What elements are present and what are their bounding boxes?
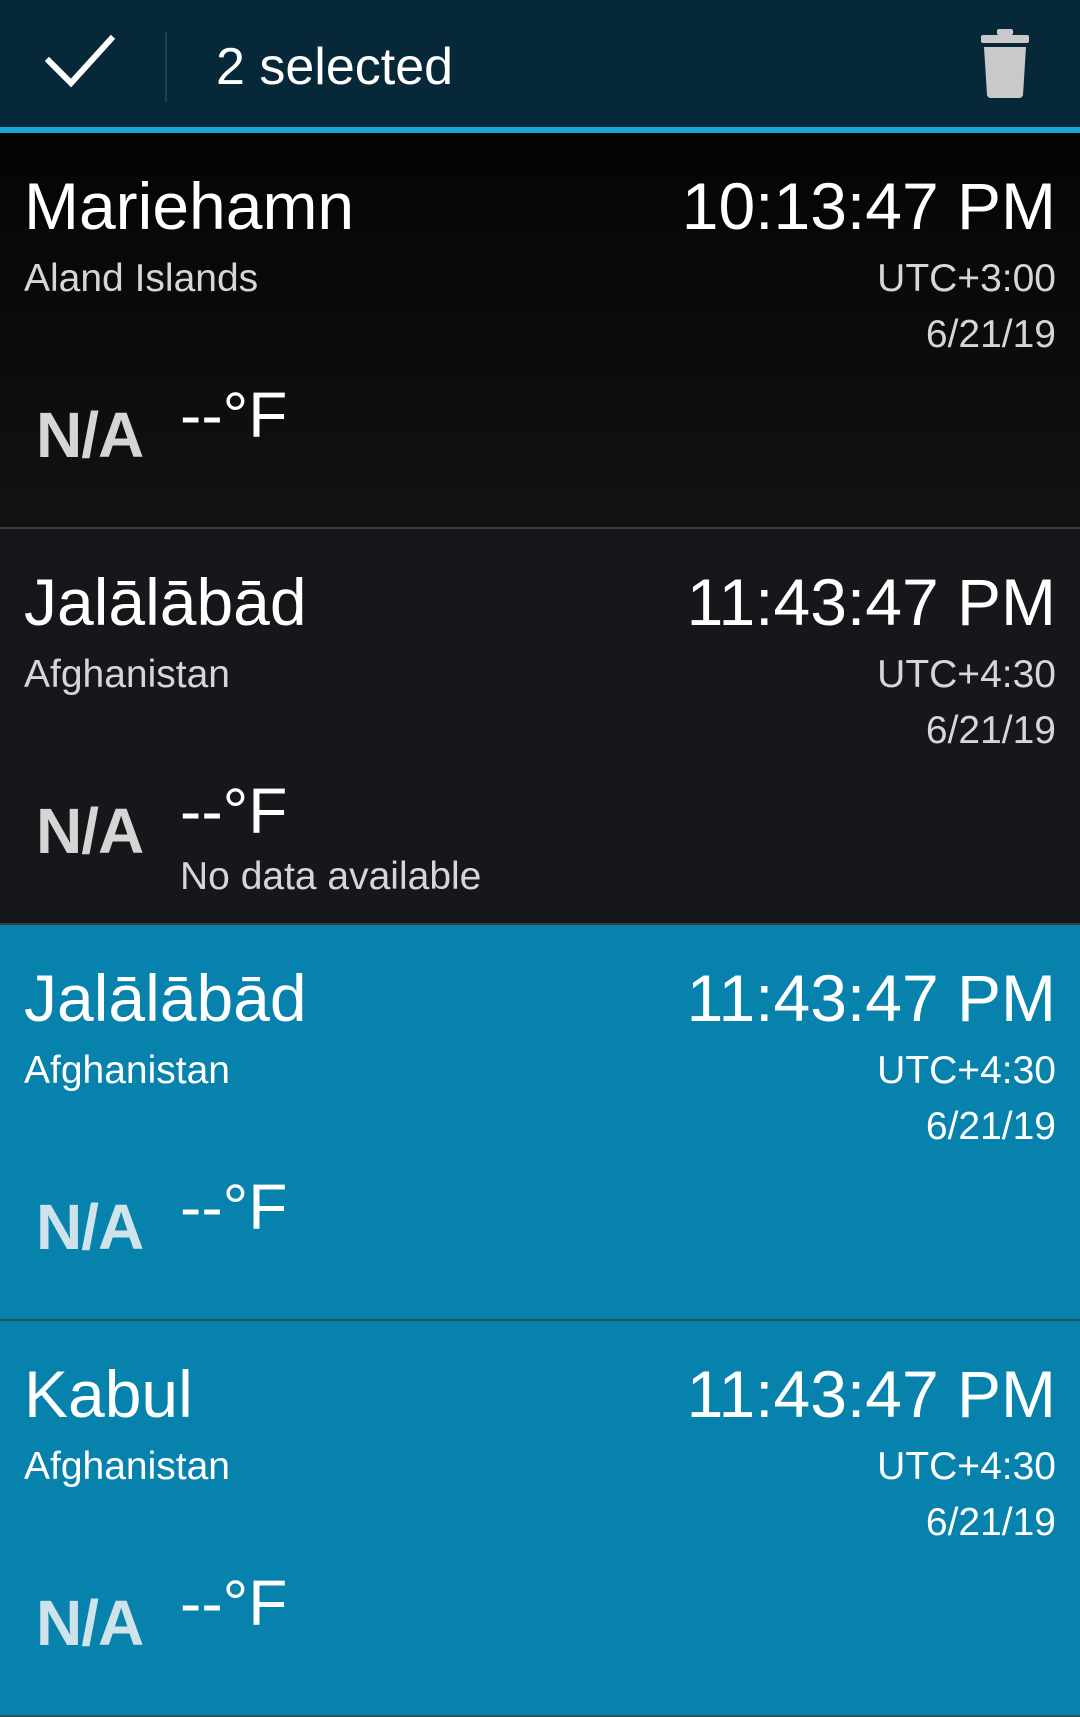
weather-icon: N/A [36, 795, 144, 867]
city-name: Mariehamn [24, 169, 355, 243]
country-name: Afghanistan [24, 1445, 230, 1488]
trash-icon [977, 27, 1033, 104]
done-button[interactable] [0, 0, 160, 127]
local-time: 10:13:47 PM [681, 169, 1056, 243]
temperature: --°F [180, 379, 288, 451]
temperature: --°F [180, 775, 288, 847]
weather-icon: N/A [36, 1587, 144, 1659]
delete-button[interactable] [960, 20, 1050, 110]
local-date: 6/21/19 [925, 1501, 1056, 1544]
utc-offset: UTC+3:00 [877, 257, 1056, 300]
weather-icon: N/A [36, 1191, 144, 1263]
contextual-action-bar: 2 selected [0, 0, 1080, 133]
utc-offset: UTC+4:30 [877, 1445, 1056, 1488]
local-date: 6/21/19 [925, 709, 1056, 752]
utc-offset: UTC+4:30 [877, 1049, 1056, 1092]
country-name: Afghanistan [24, 653, 230, 696]
clock-list-item[interactable]: Jalālābād Afghanistan 11:43:47 PM UTC+4:30 6… [0, 529, 1080, 925]
selected-count-label: 2 selected [216, 38, 454, 96]
local-date: 6/21/19 [925, 313, 1056, 356]
clock-list-item[interactable]: Mariehamn Aland Islands 10:13:47 PM UTC+3:0… [0, 133, 1080, 529]
clock-list-item[interactable]: Jalālābād Afghanistan 11:43:47 PM UTC+4:30 6… [0, 925, 1080, 1321]
clock-list: Mariehamn Aland Islands 10:13:47 PM UTC+3:0… [0, 133, 1080, 1717]
temperature: --°F [180, 1567, 288, 1639]
weather-icon: N/A [36, 399, 144, 471]
city-name: Kabul [24, 1357, 193, 1431]
clock-list-item[interactable]: Kabul Afghanistan 11:43:47 PM UTC+4:30 6/21/… [0, 1321, 1080, 1717]
local-time: 11:43:47 PM [686, 565, 1056, 639]
country-name: Afghanistan [24, 1049, 230, 1092]
utc-offset: UTC+4:30 [877, 653, 1056, 696]
check-icon [44, 33, 116, 94]
city-name: Jalālābād [24, 565, 307, 639]
country-name: Aland Islands [24, 257, 259, 300]
action-bar-divider [165, 32, 167, 102]
city-name: Jalālābād [24, 961, 307, 1035]
local-date: 6/21/19 [925, 1105, 1056, 1148]
weather-condition: No data available [180, 855, 482, 898]
local-time: 11:43:47 PM [686, 961, 1056, 1035]
local-time: 11:43:47 PM [686, 1357, 1056, 1431]
temperature: --°F [180, 1171, 288, 1243]
